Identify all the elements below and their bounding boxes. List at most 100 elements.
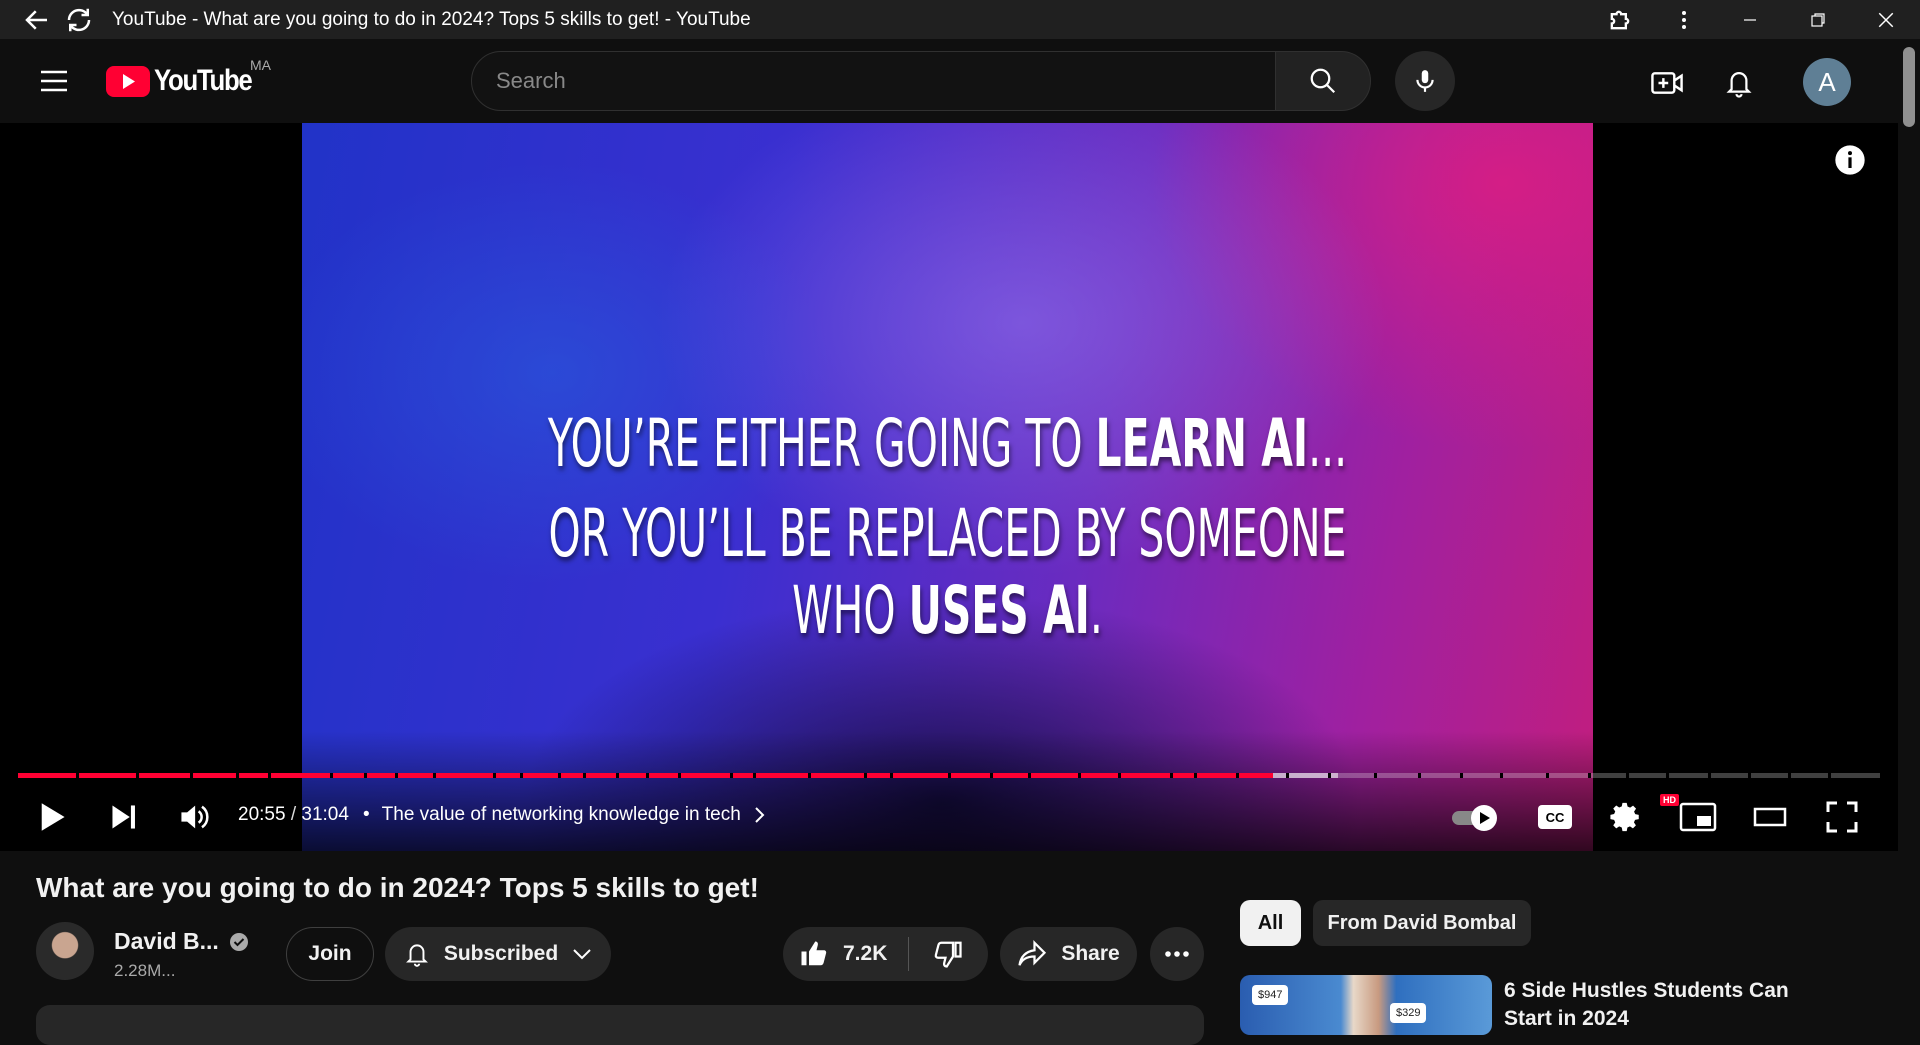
autoplay-toggle-icon bbox=[1452, 805, 1497, 831]
region-code: MA bbox=[250, 57, 271, 73]
reload-button[interactable] bbox=[60, 0, 98, 39]
miniplayer-icon bbox=[1679, 802, 1717, 832]
join-button[interactable]: Join bbox=[286, 927, 374, 981]
next-button[interactable] bbox=[104, 793, 144, 841]
miniplayer-button[interactable] bbox=[1678, 793, 1718, 841]
share-button[interactable]: Share bbox=[1000, 927, 1137, 981]
create-button[interactable] bbox=[1643, 59, 1691, 107]
window-titlebar: YouTube - What are you going to do in 20… bbox=[0, 0, 1920, 39]
video-info-button[interactable] bbox=[1833, 143, 1867, 177]
channel-avatar[interactable] bbox=[36, 922, 94, 980]
microphone-icon bbox=[1416, 70, 1434, 92]
page-scrollbar[interactable] bbox=[1898, 39, 1920, 1020]
play-button[interactable] bbox=[32, 793, 72, 841]
svg-text:CC: CC bbox=[1546, 810, 1565, 825]
minimize-icon bbox=[1744, 18, 1756, 21]
chip-from-channel[interactable]: From David Bombal bbox=[1313, 900, 1531, 946]
description-box[interactable] bbox=[36, 1005, 1204, 1045]
chapter-gap bbox=[1170, 773, 1173, 778]
voice-search-button[interactable] bbox=[1395, 51, 1455, 111]
chapter-gap bbox=[1418, 773, 1421, 778]
autoplay-toggle[interactable] bbox=[1450, 793, 1504, 841]
subscribed-button[interactable]: Subscribed bbox=[385, 927, 611, 981]
chapter-gap bbox=[730, 773, 733, 778]
close-window-button[interactable] bbox=[1852, 0, 1920, 39]
chapter-gap bbox=[753, 773, 756, 778]
thumbnail-card-1: $947 bbox=[1252, 985, 1289, 1005]
chapter-gap bbox=[1328, 773, 1331, 778]
minimize-button[interactable] bbox=[1716, 0, 1784, 39]
theater-mode-button[interactable] bbox=[1750, 793, 1790, 841]
mute-button[interactable] bbox=[172, 793, 216, 841]
volume-icon bbox=[181, 805, 209, 829]
chapter-gap bbox=[1546, 773, 1549, 778]
share-label: Share bbox=[1061, 942, 1120, 965]
chapter-gap bbox=[948, 773, 951, 778]
chapter-gap bbox=[433, 773, 436, 778]
chapter-gap bbox=[520, 773, 523, 778]
account-avatar[interactable]: A bbox=[1803, 58, 1851, 106]
chapter-gap bbox=[1118, 773, 1121, 778]
extensions-button[interactable] bbox=[1588, 0, 1652, 39]
captions-button[interactable]: CC bbox=[1535, 793, 1575, 841]
like-dislike-group: 7.2K bbox=[783, 927, 988, 981]
refresh-icon bbox=[67, 8, 91, 31]
restore-icon bbox=[1811, 12, 1825, 27]
progress-bar[interactable] bbox=[18, 773, 1880, 778]
youtube-logo[interactable]: YouTube bbox=[106, 63, 267, 99]
chapter-gap bbox=[558, 773, 561, 778]
chapter-gap bbox=[1286, 773, 1289, 778]
chapter-gap bbox=[678, 773, 681, 778]
like-button[interactable]: 7.2K bbox=[783, 939, 908, 969]
chapter-gap bbox=[268, 773, 271, 778]
guide-menu-button[interactable] bbox=[32, 59, 76, 103]
bell-icon bbox=[405, 944, 428, 967]
video-player[interactable]: YOU’RE EITHER GOING TO LEARN AI... OR YO… bbox=[0, 123, 1898, 851]
recommendation-thumbnail[interactable]: $947 $329 bbox=[1240, 975, 1492, 1035]
browser-menu-button[interactable] bbox=[1652, 0, 1716, 39]
chapter-title: The value of networking knowledge in tec… bbox=[381, 804, 741, 825]
chapter-bullet: • bbox=[363, 804, 370, 825]
youtube-header: YouTube MA A bbox=[0, 39, 1898, 123]
chapter-gap bbox=[1588, 773, 1591, 778]
fullscreen-button[interactable] bbox=[1822, 793, 1862, 841]
more-actions-button[interactable] bbox=[1150, 927, 1204, 981]
chapter-gap bbox=[1626, 773, 1629, 778]
notifications-button[interactable] bbox=[1715, 59, 1763, 107]
chevron-right-icon bbox=[755, 807, 765, 823]
puzzle-icon bbox=[1610, 10, 1630, 29]
logo-wordmark: YouTube bbox=[154, 64, 253, 97]
video-caption-line-1: YOU’RE EITHER GOING TO LEARN AI... bbox=[547, 405, 1348, 482]
chapter-gap bbox=[1788, 773, 1791, 778]
scrollbar-thumb[interactable] bbox=[1903, 47, 1915, 127]
restore-button[interactable] bbox=[1784, 0, 1852, 39]
dislike-button[interactable] bbox=[909, 939, 987, 969]
hd-badge: HD bbox=[1660, 794, 1679, 806]
search-button[interactable] bbox=[1275, 51, 1371, 111]
chapter-title-button[interactable]: • The value of networking knowledge in te… bbox=[363, 804, 765, 826]
settings-button[interactable] bbox=[1606, 793, 1646, 841]
search-input[interactable] bbox=[496, 52, 1256, 110]
bell-icon bbox=[1726, 72, 1752, 98]
chapter-gap bbox=[1236, 773, 1239, 778]
chapter-gap bbox=[1748, 773, 1751, 778]
gear-icon bbox=[1610, 802, 1639, 832]
video-plus-icon bbox=[1651, 72, 1683, 94]
search-icon bbox=[1310, 68, 1336, 94]
back-button[interactable] bbox=[18, 0, 56, 39]
window-title: YouTube - What are you going to do in 20… bbox=[112, 8, 751, 30]
chapter-gap bbox=[136, 773, 139, 778]
channel-name[interactable]: David B... bbox=[114, 928, 249, 955]
chip-all[interactable]: All bbox=[1240, 900, 1301, 946]
subscribed-label: Subscribed bbox=[443, 942, 559, 965]
subscriber-count: 2.28M... bbox=[114, 961, 176, 980]
chapter-gap bbox=[1666, 773, 1669, 778]
thumbs-down-icon bbox=[934, 941, 962, 968]
theater-mode-icon bbox=[1753, 807, 1787, 827]
chapter-gap bbox=[583, 773, 586, 778]
thumbnail-card-2: $329 bbox=[1390, 1003, 1427, 1023]
recommendation-title[interactable]: 6 Side Hustles Students Can Start in 202… bbox=[1504, 977, 1804, 1033]
info-icon bbox=[1835, 145, 1865, 175]
chapter-gap bbox=[646, 773, 649, 778]
like-count: 7.2K bbox=[843, 942, 888, 965]
